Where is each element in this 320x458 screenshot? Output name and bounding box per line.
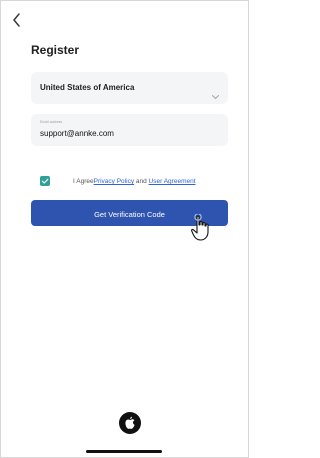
agreement-prefix: I Agree (73, 178, 94, 185)
email-field[interactable]: Email address support@annke.com (31, 114, 228, 146)
home-indicator (86, 450, 162, 453)
agreement-and: and (134, 178, 149, 185)
country-value: United States of America (40, 83, 135, 92)
hand-cursor-icon (188, 213, 218, 244)
user-agreement-link[interactable]: User Agreement (149, 178, 196, 185)
agree-checkbox[interactable] (40, 176, 50, 186)
agreement-text: I AgreePrivacy Policy and User Agreement (73, 178, 196, 185)
privacy-policy-link[interactable]: Privacy Policy (94, 178, 134, 185)
agreement-row: I AgreePrivacy Policy and User Agreement (40, 174, 240, 186)
page-title: Register (31, 43, 80, 57)
back-icon[interactable] (9, 12, 25, 28)
email-value[interactable]: support@annke.com (40, 129, 114, 138)
country-selector[interactable]: United States of America (31, 72, 228, 104)
email-label: Email address (40, 120, 63, 124)
apple-sign-in-icon[interactable] (119, 412, 141, 434)
chevron-down-icon (212, 86, 219, 99)
